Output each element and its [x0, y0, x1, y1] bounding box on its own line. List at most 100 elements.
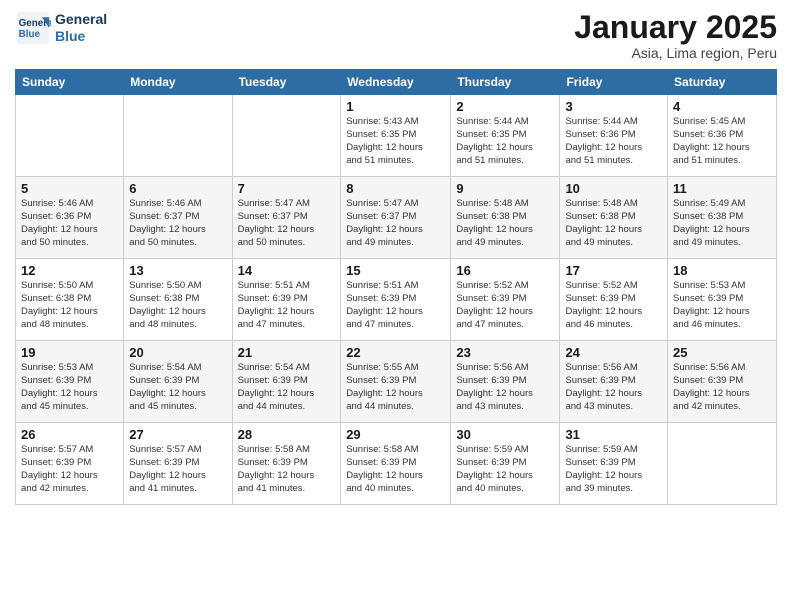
logo: General Blue General Blue — [15, 10, 107, 46]
day-number: 14 — [238, 263, 336, 278]
day-info: Sunrise: 5:51 AM Sunset: 6:39 PM Dayligh… — [346, 280, 445, 331]
col-sunday: Sunday — [16, 70, 124, 95]
col-tuesday: Tuesday — [232, 70, 341, 95]
calendar-cell: 18 Sunrise: 5:53 AM Sunset: 6:39 PM Dayli… — [668, 259, 777, 341]
calendar-cell: 4 Sunrise: 5:45 AM Sunset: 6:36 PM Daylig… — [668, 95, 777, 177]
calendar-title: January 2025 — [574, 10, 777, 45]
day-info: Sunrise: 5:54 AM Sunset: 6:39 PM Dayligh… — [238, 362, 336, 413]
calendar-cell: 20Sunrise: 5:54 AM Sunset: 6:39 PM Dayli… — [124, 341, 232, 423]
calendar-cell: 8 Sunrise: 5:47 AM Sunset: 6:37 PM Daylig… — [341, 177, 451, 259]
day-number: 26 — [21, 427, 118, 442]
calendar-cell: 3 Sunrise: 5:44 AM Sunset: 6:36 PM Daylig… — [560, 95, 668, 177]
calendar-cell: 26 Sunrise: 5:57 AM Sunset: 6:39 PM Dayli… — [16, 423, 124, 505]
calendar-cell: 30 Sunrise: 5:59 AM Sunset: 6:39 PM Dayli… — [451, 423, 560, 505]
day-info: Sunrise: 5:59 AM Sunset: 6:39 PM Dayligh… — [565, 444, 662, 495]
day-info: Sunrise: 5:48 AM Sunset: 6:38 PM Dayligh… — [565, 198, 662, 249]
calendar-cell: 22 Sunrise: 5:55 AM Sunset: 6:39 PM Dayli… — [341, 341, 451, 423]
day-number: 16 — [456, 263, 554, 278]
day-info: Sunrise: 5:56 AM Sunset: 6:39 PM Dayligh… — [456, 362, 554, 413]
day-info: Sunrise: 5:44 AM Sunset: 6:35 PM Dayligh… — [456, 116, 554, 167]
calendar-cell: 14 Sunrise: 5:51 AM Sunset: 6:39 PM Dayli… — [232, 259, 341, 341]
page-container: General Blue General Blue January 2025 A… — [0, 0, 792, 515]
day-number: 18 — [673, 263, 771, 278]
day-number: 12 — [21, 263, 118, 278]
day-info: Sunrise: 5:55 AM Sunset: 6:39 PM Dayligh… — [346, 362, 445, 413]
calendar-cell: 25 Sunrise: 5:56 AM Sunset: 6:39 PM Dayli… — [668, 341, 777, 423]
day-number: 19 — [21, 345, 118, 360]
day-number: 24 — [565, 345, 662, 360]
calendar-cell: 5 Sunrise: 5:46 AM Sunset: 6:36 PM Daylig… — [16, 177, 124, 259]
calendar-cell: 27 Sunrise: 5:57 AM Sunset: 6:39 PM Dayli… — [124, 423, 232, 505]
calendar-cell: 24Sunrise: 5:56 AM Sunset: 6:39 PM Dayli… — [560, 341, 668, 423]
svg-text:Blue: Blue — [19, 29, 41, 40]
col-wednesday: Wednesday — [341, 70, 451, 95]
day-info: Sunrise: 5:46 AM Sunset: 6:36 PM Dayligh… — [21, 198, 118, 249]
day-info: Sunrise: 5:50 AM Sunset: 6:38 PM Dayligh… — [21, 280, 118, 331]
day-info: Sunrise: 5:59 AM Sunset: 6:39 PM Dayligh… — [456, 444, 554, 495]
calendar-cell: 16 Sunrise: 5:52 AM Sunset: 6:39 PM Dayli… — [451, 259, 560, 341]
calendar-cell: 11 Sunrise: 5:49 AM Sunset: 6:38 PM Dayli… — [668, 177, 777, 259]
day-number: 22 — [346, 345, 445, 360]
day-info: Sunrise: 5:51 AM Sunset: 6:39 PM Dayligh… — [238, 280, 336, 331]
day-number: 20 — [129, 345, 226, 360]
day-info: Sunrise: 5:45 AM Sunset: 6:36 PM Dayligh… — [673, 116, 771, 167]
calendar-cell: 29Sunrise: 5:58 AM Sunset: 6:39 PM Dayli… — [341, 423, 451, 505]
day-number: 7 — [238, 181, 336, 196]
day-number: 10 — [565, 181, 662, 196]
day-info: Sunrise: 5:58 AM Sunset: 6:39 PM Dayligh… — [238, 444, 336, 495]
calendar-cell: 7 Sunrise: 5:47 AM Sunset: 6:37 PM Daylig… — [232, 177, 341, 259]
calendar-cell: 17 Sunrise: 5:52 AM Sunset: 6:39 PM Dayli… — [560, 259, 668, 341]
day-number: 11 — [673, 181, 771, 196]
col-thursday: Thursday — [451, 70, 560, 95]
calendar-cell — [124, 95, 232, 177]
calendar-cell: 23 Sunrise: 5:56 AM Sunset: 6:39 PM Dayli… — [451, 341, 560, 423]
week-row-1: 1 Sunrise: 5:43 AM Sunset: 6:35 PM Daylig… — [16, 95, 777, 177]
calendar-cell — [232, 95, 341, 177]
day-info: Sunrise: 5:57 AM Sunset: 6:39 PM Dayligh… — [129, 444, 226, 495]
day-info: Sunrise: 5:52 AM Sunset: 6:39 PM Dayligh… — [456, 280, 554, 331]
day-number: 2 — [456, 99, 554, 114]
calendar-cell — [16, 95, 124, 177]
day-number: 9 — [456, 181, 554, 196]
day-number: 5 — [21, 181, 118, 196]
day-number: 21 — [238, 345, 336, 360]
calendar-cell: 21 Sunrise: 5:54 AM Sunset: 6:39 PM Dayli… — [232, 341, 341, 423]
day-number: 29 — [346, 427, 445, 442]
week-row-4: 19Sunrise: 5:53 AM Sunset: 6:39 PM Dayli… — [16, 341, 777, 423]
week-row-5: 26 Sunrise: 5:57 AM Sunset: 6:39 PM Dayli… — [16, 423, 777, 505]
day-info: Sunrise: 5:47 AM Sunset: 6:37 PM Dayligh… — [346, 198, 445, 249]
calendar-table: Sunday Monday Tuesday Wednesday Thursday… — [15, 69, 777, 505]
day-info: Sunrise: 5:48 AM Sunset: 6:38 PM Dayligh… — [456, 198, 554, 249]
day-info: Sunrise: 5:44 AM Sunset: 6:36 PM Dayligh… — [565, 116, 662, 167]
day-number: 1 — [346, 99, 445, 114]
calendar-cell: 31Sunrise: 5:59 AM Sunset: 6:39 PM Dayli… — [560, 423, 668, 505]
calendar-cell: 9 Sunrise: 5:48 AM Sunset: 6:38 PM Daylig… — [451, 177, 560, 259]
day-number: 27 — [129, 427, 226, 442]
day-number: 8 — [346, 181, 445, 196]
calendar-cell: 15 Sunrise: 5:51 AM Sunset: 6:39 PM Dayli… — [341, 259, 451, 341]
title-block: January 2025 Asia, Lima region, Peru — [574, 10, 777, 61]
day-number: 17 — [565, 263, 662, 278]
day-number: 15 — [346, 263, 445, 278]
day-info: Sunrise: 5:46 AM Sunset: 6:37 PM Dayligh… — [129, 198, 226, 249]
day-number: 23 — [456, 345, 554, 360]
day-info: Sunrise: 5:57 AM Sunset: 6:39 PM Dayligh… — [21, 444, 118, 495]
calendar-cell: 19Sunrise: 5:53 AM Sunset: 6:39 PM Dayli… — [16, 341, 124, 423]
day-number: 3 — [565, 99, 662, 114]
day-info: Sunrise: 5:56 AM Sunset: 6:39 PM Dayligh… — [673, 362, 771, 413]
day-number: 4 — [673, 99, 771, 114]
day-info: Sunrise: 5:43 AM Sunset: 6:35 PM Dayligh… — [346, 116, 445, 167]
calendar-cell: 1 Sunrise: 5:43 AM Sunset: 6:35 PM Daylig… — [341, 95, 451, 177]
day-number: 13 — [129, 263, 226, 278]
day-info: Sunrise: 5:49 AM Sunset: 6:38 PM Dayligh… — [673, 198, 771, 249]
day-info: Sunrise: 5:52 AM Sunset: 6:39 PM Dayligh… — [565, 280, 662, 331]
day-number: 30 — [456, 427, 554, 442]
calendar-cell: 10 Sunrise: 5:48 AM Sunset: 6:38 PM Dayli… — [560, 177, 668, 259]
col-friday: Friday — [560, 70, 668, 95]
day-info: Sunrise: 5:53 AM Sunset: 6:39 PM Dayligh… — [673, 280, 771, 331]
day-number: 25 — [673, 345, 771, 360]
day-number: 6 — [129, 181, 226, 196]
logo-icon: General Blue — [15, 10, 51, 46]
day-info: Sunrise: 5:47 AM Sunset: 6:37 PM Dayligh… — [238, 198, 336, 249]
calendar-cell: 6 Sunrise: 5:46 AM Sunset: 6:37 PM Daylig… — [124, 177, 232, 259]
